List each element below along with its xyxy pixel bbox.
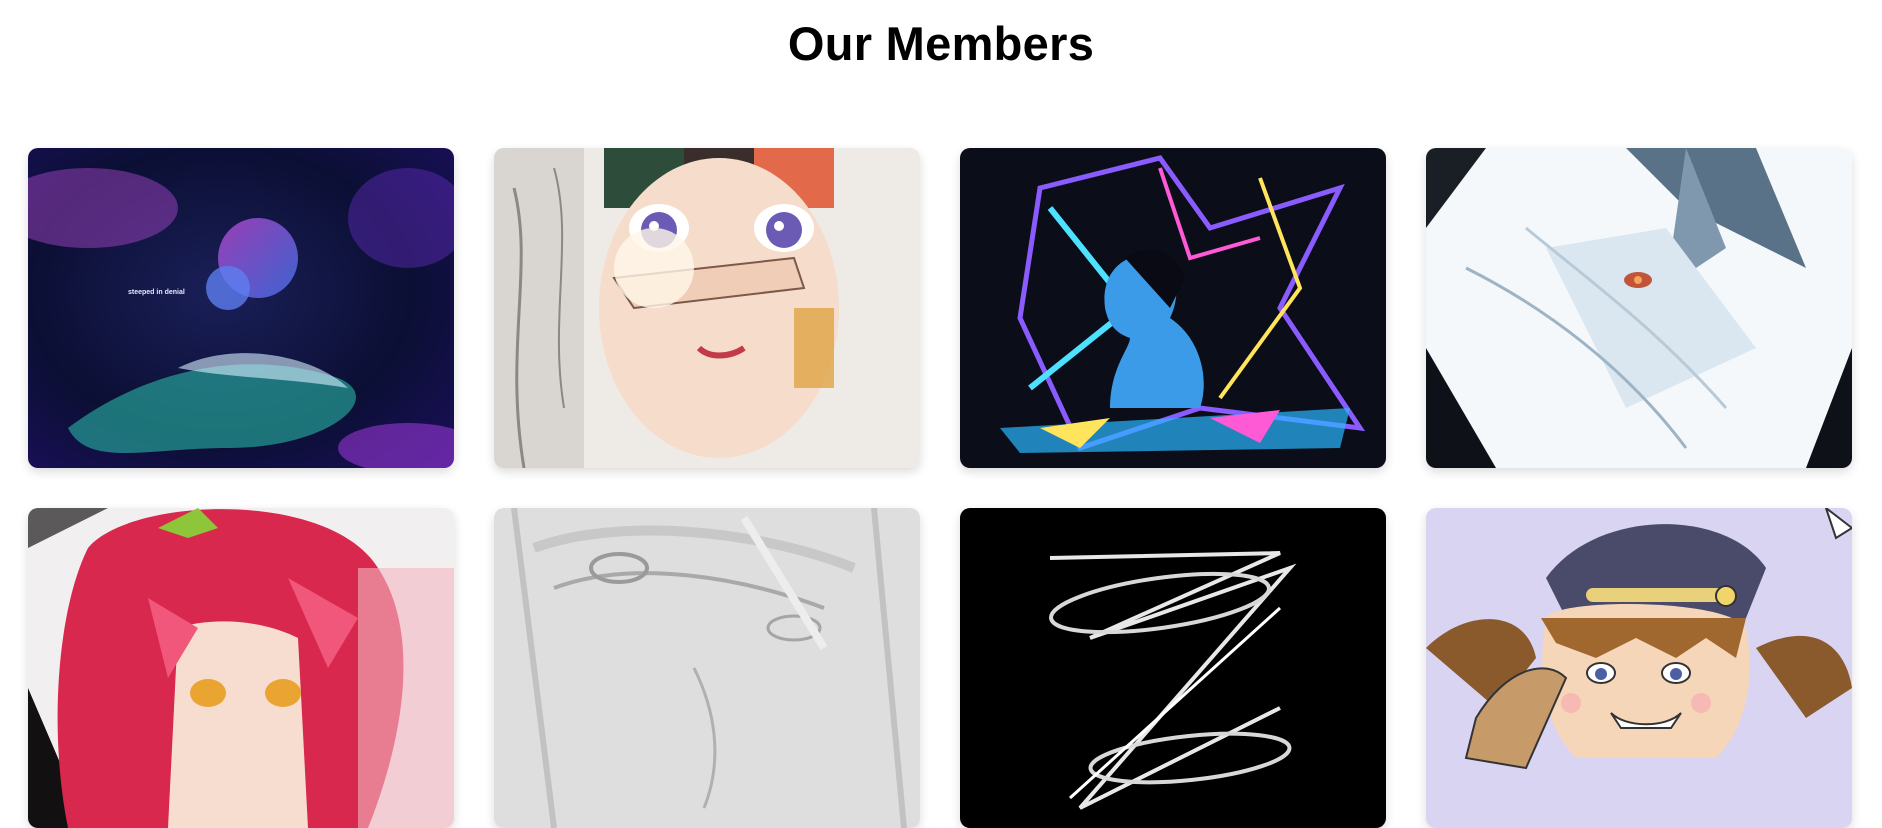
member-image-8 [1426, 508, 1852, 828]
members-grid: steeped in denial [28, 148, 1852, 828]
page-title: Our Members [787, 17, 1095, 70]
member-card-6[interactable] [494, 508, 920, 828]
member-image-3 [960, 148, 1386, 468]
member-card-2[interactable] [494, 148, 920, 468]
member-image-5 [28, 508, 454, 828]
member-card-1[interactable]: steeped in denial [28, 148, 454, 468]
member-image-4 [1426, 148, 1852, 468]
member-image-6 [494, 508, 920, 828]
member-card-5[interactable] [28, 508, 454, 828]
member-card-7[interactable] [960, 508, 1386, 828]
member-image-7 [960, 508, 1386, 828]
member-image-1 [28, 148, 454, 468]
member-card-4[interactable] [1426, 148, 1852, 468]
member-image-2 [494, 148, 920, 468]
artwork-caption: steeped in denial [128, 289, 185, 296]
member-card-3[interactable] [960, 148, 1386, 468]
member-card-8[interactable] [1426, 508, 1852, 828]
